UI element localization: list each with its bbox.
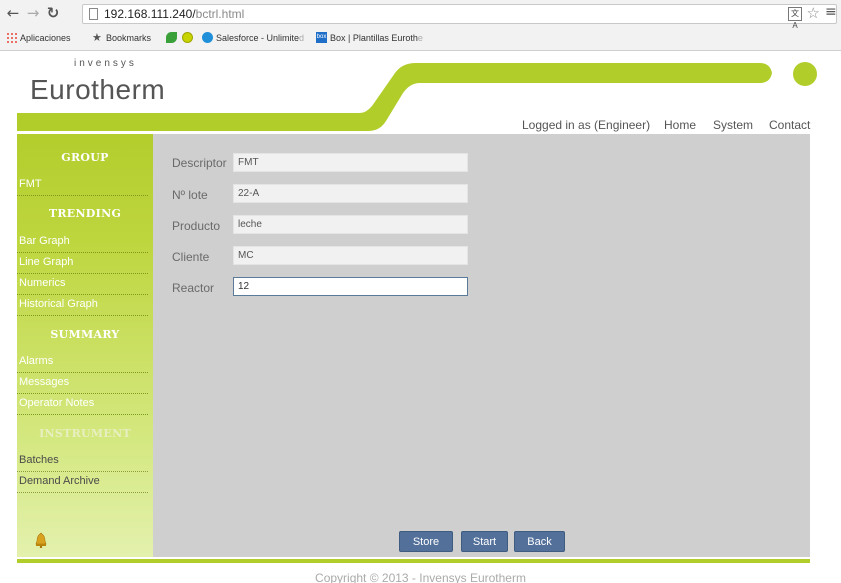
- start-button[interactable]: Start: [461, 531, 508, 552]
- bookmark-dot[interactable]: [182, 32, 193, 43]
- label-cliente: Cliente: [172, 250, 210, 264]
- back-button[interactable]: Back: [514, 531, 565, 552]
- label-lote: Nº lote: [172, 188, 208, 202]
- reload-icon[interactable]: ↻: [46, 5, 60, 21]
- bookmark-label: Box | Plantillas Eurothe: [330, 32, 423, 43]
- bell-icon[interactable]: [35, 532, 47, 548]
- descriptor-field[interactable]: [233, 153, 468, 172]
- sidebar-item-demand-archive[interactable]: Demand Archive: [17, 473, 148, 493]
- sidebar-item-line-graph[interactable]: Line Graph: [17, 254, 148, 274]
- box-logo-icon: box: [316, 32, 327, 43]
- logged-in-status: Logged in as (Engineer): [522, 118, 651, 132]
- copyright-text: Copyright © 2013 - Invensys Eurotherm: [315, 571, 526, 583]
- section-summary-title: SUMMARY: [50, 328, 120, 341]
- section-instrument-title: INSTRUMENT: [39, 427, 131, 440]
- sidebar-item-batches[interactable]: Batches: [17, 452, 148, 472]
- cloud-icon: [202, 32, 213, 43]
- invensys-logo: invensys: [74, 58, 137, 69]
- footer-divider: [17, 559, 810, 563]
- translate-icon[interactable]: 文A: [788, 7, 802, 30]
- sidebar-item-messages[interactable]: Messages: [17, 374, 148, 394]
- star-icon: ★: [92, 31, 102, 44]
- circle-icon: [182, 32, 193, 43]
- bookmark-leaf[interactable]: [166, 32, 177, 43]
- sidebar-item-fmt[interactable]: FMT: [17, 176, 148, 196]
- bookmark-bookmarks[interactable]: ★ Bookmarks: [92, 32, 151, 43]
- sidebar-item-alarms[interactable]: Alarms: [17, 353, 148, 373]
- sidebar-item-operator-notes[interactable]: Operator Notes: [17, 395, 148, 415]
- apps-grid-icon: [6, 32, 17, 43]
- producto-field[interactable]: [233, 215, 468, 234]
- url-text: 192.168.111.240/bctrl.html: [104, 7, 245, 21]
- address-bar[interactable]: 192.168.111.240/bctrl.html 文A ☆: [82, 4, 837, 30]
- bookmarks-bar: Aplicaciones ★ Bookmarks Salesforce - Un…: [0, 28, 841, 48]
- back-arrow-icon[interactable]: ←: [6, 5, 20, 21]
- bookmark-label: Aplicaciones: [20, 32, 71, 43]
- sidebar-item-historical-graph[interactable]: Historical Graph: [17, 296, 148, 316]
- eurotherm-logo: Eurotherm: [30, 74, 166, 105]
- lote-field[interactable]: [233, 184, 468, 203]
- store-button[interactable]: Store: [399, 531, 453, 552]
- label-descriptor: Descriptor: [172, 156, 227, 170]
- bookmark-label: Bookmarks: [106, 32, 152, 43]
- nav-home[interactable]: Home: [664, 118, 696, 132]
- page-icon: [89, 8, 98, 20]
- section-group-title: GROUP: [61, 151, 109, 164]
- sidebar-item-numerics[interactable]: Numerics: [17, 275, 148, 295]
- sidebar-item-bar-graph[interactable]: Bar Graph: [17, 233, 148, 253]
- label-producto: Producto: [172, 219, 221, 233]
- cliente-field[interactable]: [233, 246, 468, 265]
- browser-toolbar: ← → ↻ 192.168.111.240/bctrl.html 文A ☆ ≡ …: [0, 0, 841, 51]
- bookmark-salesforce[interactable]: Salesforce - Unlimited: [202, 32, 304, 43]
- page: { "browser": { "url_host": "192.168.111.…: [0, 0, 841, 583]
- browser-menu-icon[interactable]: ≡: [825, 5, 837, 19]
- bookmark-label: Salesforce - Unlimited: [216, 32, 305, 43]
- nav-system[interactable]: System: [713, 118, 753, 132]
- label-reactor: Reactor: [172, 281, 215, 295]
- section-trending-title: TRENDING: [48, 207, 122, 220]
- bookmark-apps[interactable]: Aplicaciones: [6, 32, 71, 43]
- sidebar: GROUP FMT TRENDING Bar Graph Line Graph …: [17, 134, 153, 557]
- reactor-field[interactable]: [233, 277, 468, 296]
- leaf-icon: [166, 32, 177, 43]
- bookmark-box[interactable]: box Box | Plantillas Eurothe: [316, 32, 423, 43]
- bookmark-star-icon[interactable]: ☆: [807, 5, 820, 23]
- forward-arrow-icon[interactable]: →: [26, 5, 40, 21]
- nav-contact[interactable]: Contact: [769, 118, 810, 132]
